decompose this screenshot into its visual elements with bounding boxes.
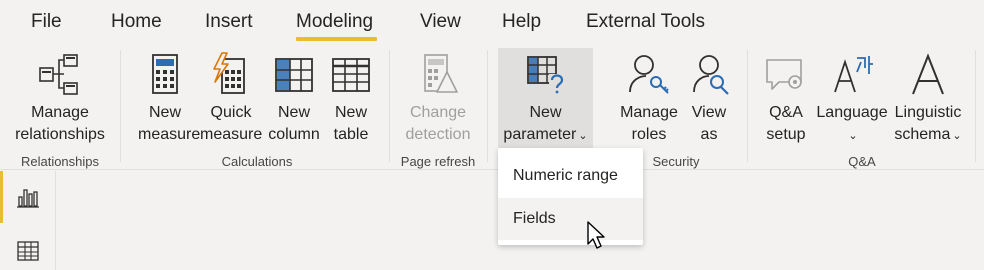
group-divider [389, 50, 390, 162]
label-line: Language [816, 104, 888, 121]
label-line: Manage [31, 104, 89, 121]
ribbon: Manage relationships Relationships New m… [0, 44, 984, 170]
left-view-rail [0, 171, 56, 270]
menu-bar: File Home Insert Modeling View Help Exte… [0, 0, 984, 44]
active-view-indicator [0, 171, 3, 223]
label-line: New [148, 104, 181, 121]
label-line: measure [200, 126, 263, 143]
active-tab-indicator [296, 37, 377, 41]
language-button[interactable]: Language ⌄ [816, 48, 888, 152]
language-icon [834, 56, 873, 93]
manage-roles-button[interactable]: Manage roles [614, 48, 684, 152]
table-icon [332, 58, 370, 92]
new-parameter-dropdown: Numeric range Fields [498, 148, 643, 245]
group-divider [487, 50, 488, 162]
label-line: Change [409, 104, 467, 121]
label-line: column [268, 126, 320, 143]
label-line: Quick [210, 104, 252, 121]
group-label-calculations: Calculations [221, 154, 293, 169]
group-divider [975, 50, 976, 162]
qa-setup-icon [766, 59, 802, 90]
quick-measure-button[interactable]: Quick measure [200, 48, 262, 152]
label-line: table [333, 126, 369, 143]
label-line: schema [894, 126, 951, 143]
linguistic-schema-button[interactable]: Linguistic schema ⌄ [890, 48, 966, 152]
column-icon [275, 58, 313, 92]
view-as-button[interactable]: View as [686, 48, 732, 152]
label-line: Q&A [769, 104, 803, 121]
data-icon[interactable] [16, 239, 40, 263]
label-line: relationships [15, 126, 105, 143]
chevron-down-icon: ⌄ [578, 130, 588, 142]
new-column-button[interactable]: New column [266, 48, 322, 152]
menu-external-tools[interactable]: External Tools [586, 10, 705, 34]
group-label-qa: Q&A [848, 154, 876, 169]
label-line: Linguistic [894, 104, 962, 121]
menu-view[interactable]: View [420, 10, 461, 34]
chevron-down-icon: ⌄ [952, 130, 962, 142]
qa-setup-button[interactable]: Q&A setup [758, 48, 814, 152]
linguistic-schema-icon [912, 53, 944, 95]
label-line: setup [766, 126, 806, 143]
menu-insert[interactable]: Insert [205, 10, 253, 34]
menu-modeling[interactable]: Modeling [296, 10, 373, 34]
calculator-icon [152, 54, 178, 94]
new-table-button[interactable]: New table [326, 48, 376, 152]
roles-icon [629, 55, 669, 94]
label-line: New [529, 104, 562, 121]
group-label-page-refresh: Page refresh [400, 154, 476, 169]
relationships-icon [39, 54, 78, 95]
new-parameter-button[interactable]: New parameter ⌄ [498, 48, 593, 148]
change-detection-icon [424, 54, 458, 93]
parameter-icon [526, 56, 565, 94]
new-measure-button[interactable]: New measure [138, 48, 201, 152]
dropdown-item-numeric-range[interactable]: Numeric range [498, 155, 643, 197]
menu-home[interactable]: Home [111, 10, 162, 34]
label-line: roles [631, 126, 667, 143]
manage-relationships-button[interactable]: Manage relationships [8, 48, 112, 152]
group-divider [120, 50, 121, 162]
group-label-relationships: Relationships [20, 154, 100, 169]
chevron-down-icon: ⌄ [848, 130, 858, 142]
label-line: View [691, 104, 727, 121]
label-line: as [700, 126, 718, 143]
report-icon[interactable] [16, 185, 40, 209]
dropdown-item-fields[interactable]: Fields [498, 198, 643, 240]
label-line: Manage [620, 104, 678, 121]
quick-measure-icon [213, 52, 245, 94]
label-line: detection [405, 126, 471, 143]
view-as-icon [693, 55, 729, 95]
label-line: measure [138, 126, 201, 143]
menu-file[interactable]: File [31, 10, 62, 34]
group-divider [747, 50, 748, 162]
mouse-cursor-icon [587, 221, 605, 249]
change-detection-button[interactable]: Change detection [400, 48, 476, 152]
label-line: New [334, 104, 367, 121]
label-line: parameter [503, 126, 577, 143]
menu-help[interactable]: Help [502, 10, 541, 34]
label-line: New [277, 104, 310, 121]
